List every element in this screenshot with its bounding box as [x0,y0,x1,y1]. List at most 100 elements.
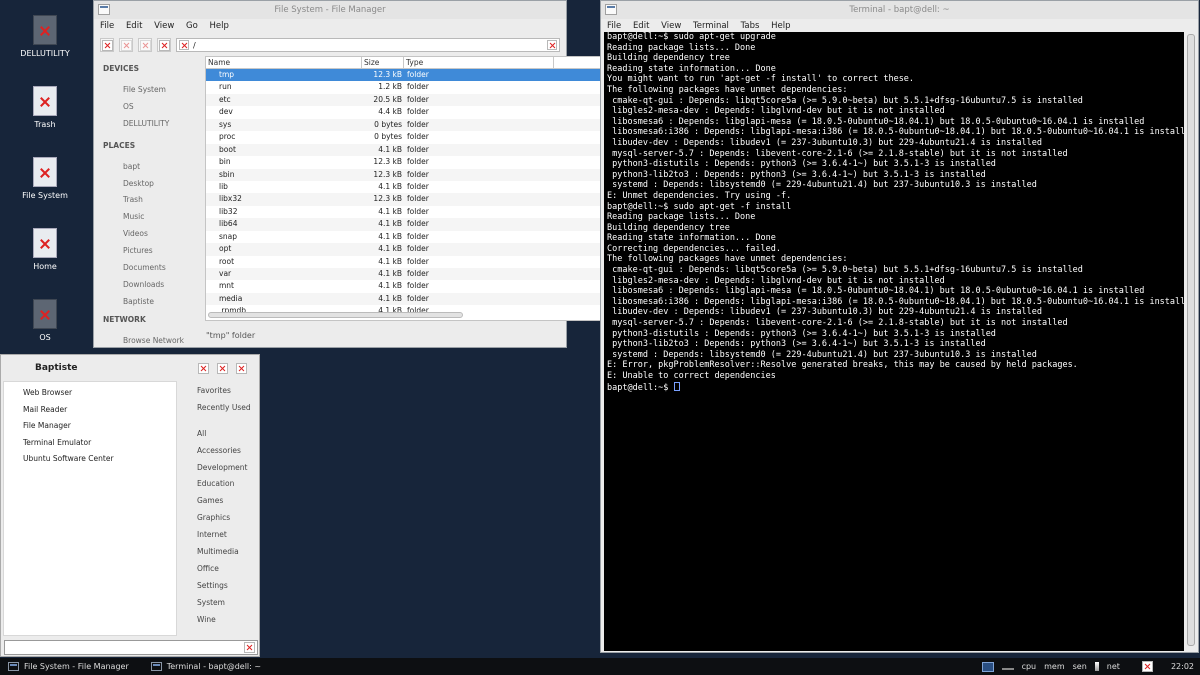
file-row[interactable]: tmp 12.3 kB folder [206,69,656,82]
sidebar-item-documents[interactable]: Documents [103,260,204,277]
app-web-browser[interactable]: Web Browser [4,385,176,402]
category-education[interactable]: Education [197,476,251,493]
column-size[interactable]: Size [362,57,404,68]
desktop-icon-dellutility[interactable]: DELLUTILITY [5,15,85,58]
task-file-manager[interactable]: File System - File Manager [8,662,129,671]
file-row[interactable]: libx32 12.3 kB folder [206,193,656,206]
app-mail-reader[interactable]: Mail Reader [4,402,176,419]
menu-edit[interactable]: Edit [633,21,649,31]
category-wine[interactable]: Wine [197,612,251,629]
forward-button[interactable] [119,38,133,52]
file-row[interactable]: sys 0 bytes folder [206,118,656,132]
back-button[interactable] [100,38,114,52]
file-row[interactable]: opt 4.1 kB folder [206,243,656,256]
menu-edit[interactable]: Edit [126,21,142,31]
file-row[interactable]: lib 4.1 kB folder [206,181,656,193]
column-type[interactable]: Type [404,57,554,68]
category-all[interactable]: All [197,426,251,443]
horizontal-scrollbar[interactable] [208,312,463,318]
sidebar-item-pictures[interactable]: Pictures [103,243,204,260]
file-manager-titlebar[interactable]: File System - File Manager [94,1,566,19]
menu-go[interactable]: Go [186,21,198,31]
sidebar-item-dellutility[interactable]: DELLUTILITY [103,116,204,133]
menu-help[interactable]: Help [209,21,228,31]
file-row[interactable]: run 1.2 kB folder [206,81,656,93]
file-row[interactable]: lib64 4.1 kB folder [206,218,656,231]
file-row[interactable]: boot 4.1 kB folder [206,143,656,157]
file-row[interactable]: bin 12.3 kB folder [206,156,656,168]
category-internet[interactable]: Internet [197,527,251,544]
window-menu-icon[interactable] [605,4,617,15]
category-recently-used[interactable]: Recently Used [197,400,251,417]
file-row[interactable]: mnt 4.1 kB folder [206,280,656,292]
keyboard-layout-icon[interactable] [981,661,994,672]
app-search-input[interactable] [4,640,258,655]
up-button[interactable] [138,38,152,52]
app-ubuntu-software-center[interactable]: Ubuntu Software Center [4,451,176,468]
sidebar-item-music[interactable]: Music [103,209,204,226]
sidebar-item-file-system[interactable]: File System [103,82,204,99]
location-bar[interactable]: / [176,38,560,52]
window-menu-icon[interactable] [98,4,110,15]
category-development[interactable]: Development [197,460,251,477]
lock-screen-icon[interactable] [217,362,228,374]
menu-view[interactable]: View [154,21,174,31]
terminal-scrollbar[interactable] [1184,32,1198,651]
desktop-icon-trash[interactable]: Trash [5,86,85,129]
file-row[interactable]: var 4.1 kB folder [206,268,656,281]
category-multimedia[interactable]: Multimedia [197,544,251,561]
mem-monitor[interactable]: mem [1044,662,1065,671]
category-system[interactable]: System [197,595,251,612]
menu-help[interactable]: Help [771,21,790,31]
sidebar-item-bapt[interactable]: bapt [103,159,204,176]
file-row[interactable]: dev 4.4 kB folder [206,106,656,118]
notification-icon[interactable] [1141,661,1153,672]
file-name: lib [219,181,228,191]
menu-terminal[interactable]: Terminal [693,21,729,31]
net-monitor[interactable]: net [1107,662,1120,671]
category-accessories[interactable]: Accessories [197,443,251,460]
category-office[interactable]: Office [197,561,251,578]
file-row[interactable]: media 4.1 kB folder [206,292,656,306]
sidebar-item-browse-network[interactable]: Browse Network [103,333,204,350]
menu-tabs[interactable]: Tabs [741,21,760,31]
menu-file[interactable]: File [100,21,114,31]
app-terminal-emulator[interactable]: Terminal Emulator [4,435,176,452]
category-graphics[interactable]: Graphics [197,510,251,527]
clear-search-icon[interactable] [244,642,255,653]
file-row[interactable]: sbin 12.3 kB folder [206,168,656,181]
clear-location-icon[interactable] [547,40,557,50]
cpu-monitor[interactable]: cpu [1022,662,1037,671]
settings-manager-icon[interactable] [198,362,209,374]
file-type: folder [407,293,429,303]
sidebar-item-desktop[interactable]: Desktop [103,176,204,193]
sensor-monitor[interactable]: sen [1073,662,1087,671]
column-name[interactable]: Name [206,57,362,68]
sidebar-item-downloads[interactable]: Downloads [103,277,204,294]
clock[interactable]: 22:02 [1171,662,1194,671]
file-row[interactable]: root 4.1 kB folder [206,256,656,268]
terminal-output[interactable]: bapt@dell:~$ sudo apt-get upgrade Reading… [604,32,1184,651]
menu-view[interactable]: View [661,21,681,31]
desktop-icon-home[interactable]: Home [5,228,85,271]
file-row[interactable]: etc 20.5 kB folder [206,93,656,107]
log-out-icon[interactable] [236,362,247,374]
scrollbar-thumb[interactable] [1187,34,1195,646]
category-favorites[interactable]: Favorites [197,383,251,400]
task-terminal[interactable]: Terminal - bapt@dell: ~ [150,662,261,671]
menu-file[interactable]: File [607,21,621,31]
desktop-icon-os[interactable]: OS [5,299,85,342]
sidebar-item-videos[interactable]: Videos [103,226,204,243]
sidebar-item-os[interactable]: OS [103,99,204,116]
terminal-titlebar[interactable]: Terminal - bapt@dell: ~ [601,1,1198,19]
file-row[interactable]: snap 4.1 kB folder [206,231,656,243]
sidebar-item-trash[interactable]: Trash [103,192,204,209]
category-games[interactable]: Games [197,493,251,510]
desktop-icon-file-system[interactable]: File System [5,157,85,200]
home-button[interactable] [157,38,171,52]
file-row[interactable]: proc 0 bytes folder [206,131,656,143]
category-settings[interactable]: Settings [197,578,251,595]
sidebar-item-baptiste[interactable]: Baptiste [103,294,204,311]
file-row[interactable]: lib32 4.1 kB folder [206,206,656,218]
app-file-manager[interactable]: File Manager [4,418,176,435]
